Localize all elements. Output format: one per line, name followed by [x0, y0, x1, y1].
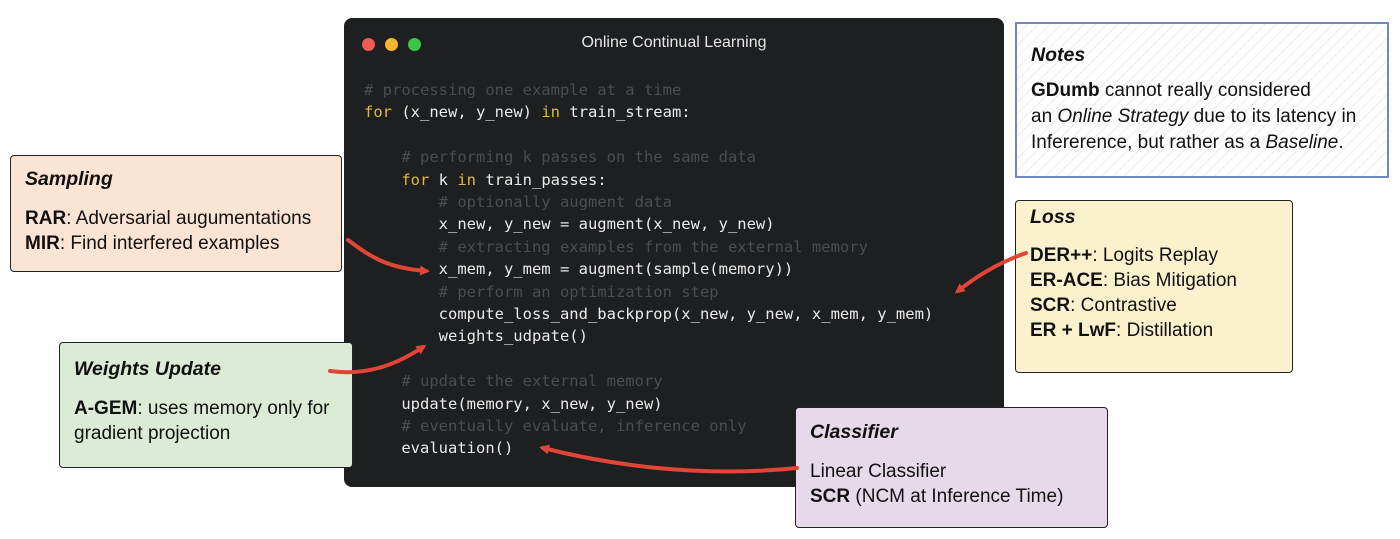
- arrow-weights: [328, 344, 427, 375]
- arrow-loss: [954, 251, 1028, 294]
- arrow-sampling: [346, 238, 430, 276]
- arrow-classifier: [539, 444, 799, 474]
- connector-arrows: [328, 238, 1028, 474]
